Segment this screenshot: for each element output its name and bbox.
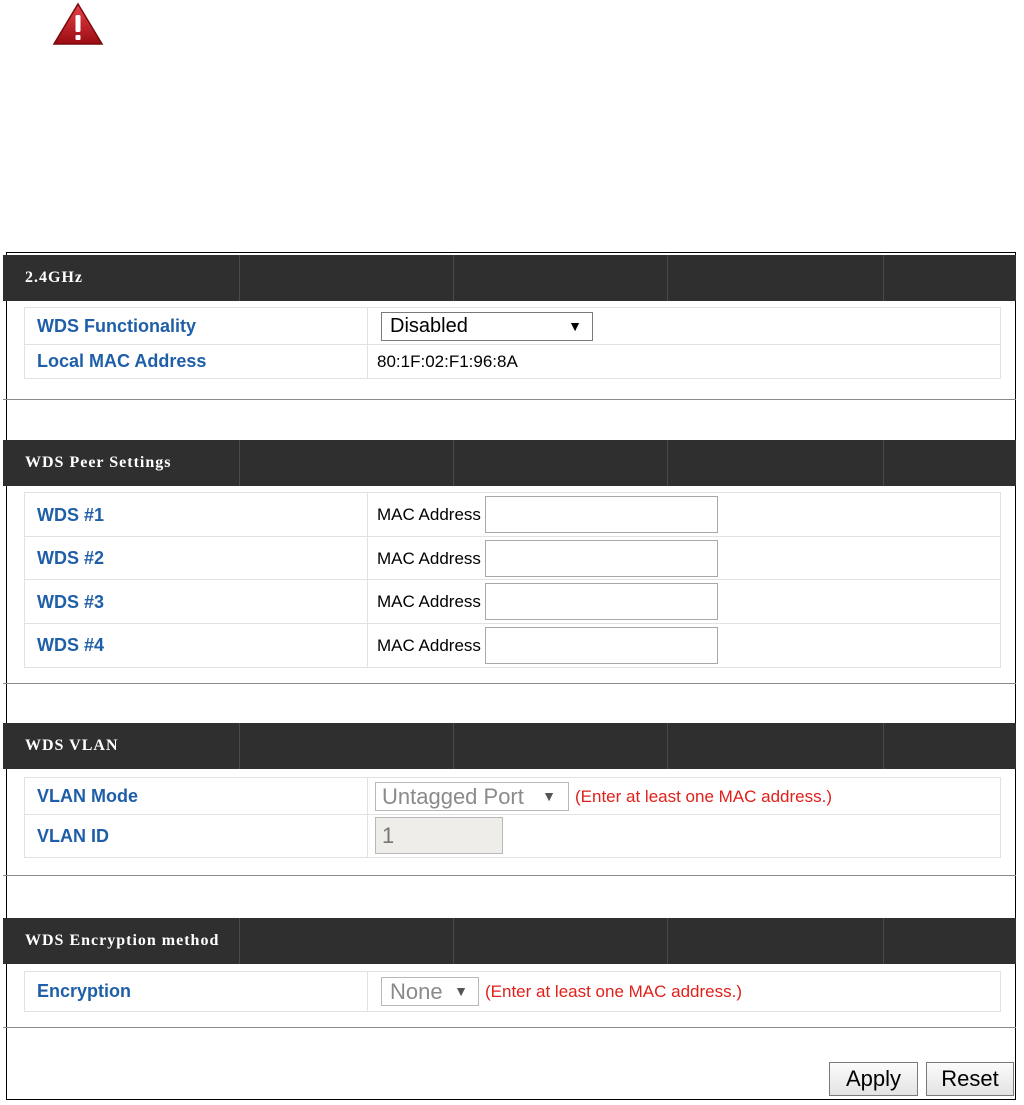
local-mac-label: Local MAC Address: [37, 351, 207, 371]
section-title: WDS Peer Settings: [25, 454, 172, 471]
wds-3-mac-input[interactable]: [484, 583, 718, 620]
section-header-encryption: WDS Encryption method: [3, 918, 1016, 964]
section-title: WDS VLAN: [25, 737, 119, 754]
vlan-mode-select[interactable]: Untagged Port ▼: [375, 782, 569, 811]
mac-address-label: MAC Address: [377, 504, 481, 524]
wds-1-mac-input[interactable]: [484, 496, 718, 533]
wds-4-mac-input[interactable]: [484, 627, 718, 664]
mac-address-label: MAC Address: [377, 635, 481, 655]
warning-triangle-icon: [52, 2, 104, 45]
section-body-band: WDS Functionality Disabled ▼ Local MAC A…: [3, 301, 1016, 400]
section-title: 2.4GHz: [25, 269, 83, 286]
wds-peer-label: WDS #3: [37, 592, 105, 612]
wds-functionality-value: Disabled: [390, 315, 468, 337]
section-body-encryption: Encryption None ▼ (Enter at least one MA…: [3, 964, 1016, 1028]
row-encryption: Encryption None ▼ (Enter at least one MA…: [25, 972, 1000, 1011]
vlan-id-label: VLAN ID: [37, 826, 109, 846]
section-header-peers: WDS Peer Settings: [3, 440, 1016, 486]
encryption-hint: (Enter at least one MAC address.): [485, 981, 743, 1001]
wds-2-mac-input[interactable]: [484, 540, 718, 577]
apply-button[interactable]: Apply: [829, 1062, 918, 1096]
local-mac-value: 80:1F:02:F1:96:8A: [377, 352, 518, 371]
row-wds-1: WDS #1 MAC Address: [25, 493, 1000, 537]
row-vlan-id: VLAN ID 1: [25, 815, 1000, 857]
row-local-mac: Local MAC Address 80:1F:02:F1:96:8A: [25, 345, 1000, 378]
encryption-select[interactable]: None ▼: [381, 977, 479, 1006]
mac-address-label: MAC Address: [377, 591, 481, 611]
wds-peer-label: WDS #1: [37, 505, 105, 525]
section-header-vlan: WDS VLAN: [3, 723, 1016, 769]
vlan-id-input[interactable]: 1: [375, 817, 503, 854]
chevron-down-icon: ▼: [542, 788, 556, 804]
encryption-value: None: [390, 979, 443, 1004]
section-body-vlan: VLAN Mode Untagged Port ▼ (Enter at leas…: [3, 769, 1016, 876]
row-wds-3: WDS #3 MAC Address: [25, 580, 1000, 624]
vlan-mode-label: VLAN Mode: [37, 786, 138, 806]
vlan-mode-value: Untagged Port: [382, 784, 524, 809]
chevron-down-icon: ▼: [454, 983, 468, 999]
row-wds-functionality: WDS Functionality Disabled ▼: [25, 308, 1000, 345]
row-wds-2: WDS #2 MAC Address: [25, 537, 1000, 580]
encryption-label: Encryption: [37, 981, 132, 1001]
section-title: WDS Encryption method: [25, 932, 220, 949]
chevron-down-icon: ▼: [568, 318, 582, 334]
row-vlan-mode: VLAN Mode Untagged Port ▼ (Enter at leas…: [25, 778, 1000, 815]
row-wds-4: WDS #4 MAC Address: [25, 624, 1000, 667]
wds-functionality-select[interactable]: Disabled ▼: [381, 312, 593, 341]
vlan-hint: (Enter at least one MAC address.): [575, 786, 833, 806]
section-body-peers: WDS #1 MAC Address WDS #2 MAC Address WD…: [3, 486, 1016, 684]
reset-button[interactable]: Reset: [926, 1062, 1014, 1096]
section-header-band: 2.4GHz: [3, 255, 1016, 301]
wds-peer-label: WDS #4: [37, 635, 105, 655]
mac-address-label: MAC Address: [377, 548, 481, 568]
vlan-id-value: 1: [382, 823, 395, 848]
wds-peer-label: WDS #2: [37, 548, 105, 568]
wds-functionality-label: WDS Functionality: [37, 316, 196, 336]
